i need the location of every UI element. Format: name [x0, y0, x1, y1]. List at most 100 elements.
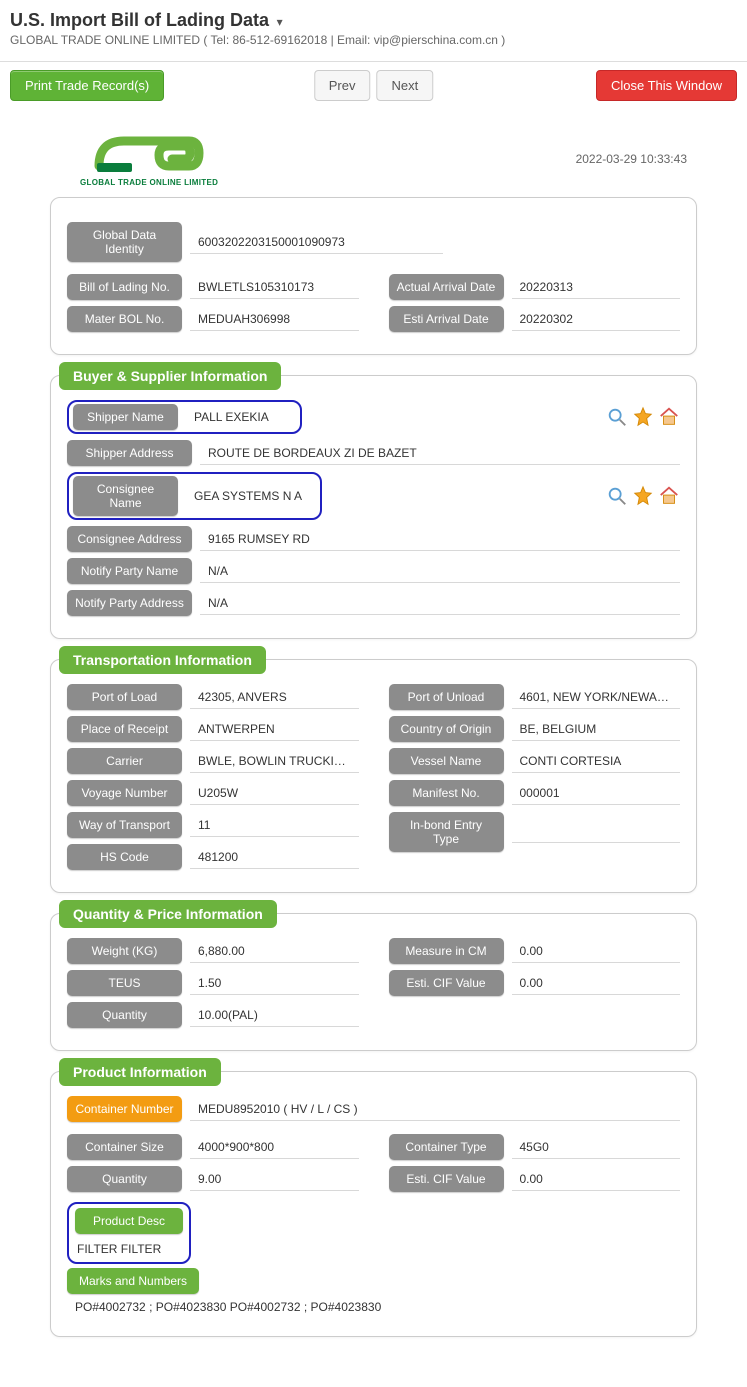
label-teus: TEUS — [67, 970, 182, 996]
label-notify-address: Notify Party Address — [67, 590, 192, 616]
shipper-action-icons — [606, 406, 680, 428]
transportation-title: Transportation Information — [59, 646, 266, 674]
label-container-type: Container Type — [389, 1134, 504, 1160]
label-way-of-transport: Way of Transport — [67, 812, 182, 838]
label-manifest-no: Manifest No. — [389, 780, 504, 806]
search-icon[interactable] — [606, 406, 628, 428]
label-container-size: Container Size — [67, 1134, 182, 1160]
value-container-size: 4000*900*800 — [190, 1136, 359, 1159]
label-notify-name: Notify Party Name — [67, 558, 192, 584]
value-shipper-address: ROUTE DE BORDEAUX ZI DE BAZET — [200, 442, 680, 465]
value-prod-quantity: 9.00 — [190, 1168, 359, 1191]
page-subtitle: GLOBAL TRADE ONLINE LIMITED ( Tel: 86-51… — [10, 33, 737, 47]
label-gdi: Global Data Identity — [67, 222, 182, 262]
value-place-of-receipt: ANTWERPEN — [190, 718, 359, 741]
label-hs-code: HS Code — [67, 844, 182, 870]
value-cif: 0.00 — [512, 972, 681, 995]
buyer-supplier-panel: Buyer & Supplier Information Shipper Nam… — [50, 375, 697, 639]
label-weight: Weight (KG) — [67, 938, 182, 964]
value-container-number: MEDU8952010 ( HV / L / CS ) — [190, 1098, 680, 1121]
value-manifest-no: 000001 — [512, 782, 681, 805]
home-icon[interactable] — [658, 485, 680, 507]
value-carrier: BWLE, BOWLIN TRUCKING LINES INC — [190, 750, 359, 773]
search-icon[interactable] — [606, 485, 628, 507]
nav-group: Prev Next — [314, 70, 433, 101]
label-bol: Bill of Lading No. — [67, 274, 182, 300]
quantity-price-panel: Quantity & Price Information Weight (KG)… — [50, 913, 697, 1051]
logo-text: GLOBAL TRADE ONLINE LIMITED — [80, 178, 218, 187]
value-prod-cif: 0.00 — [512, 1168, 681, 1191]
value-way-of-transport: 11 — [190, 814, 359, 837]
transportation-panel: Transportation Information Port of Load4… — [50, 659, 697, 893]
label-place-of-receipt: Place of Receipt — [67, 716, 182, 742]
divider — [0, 61, 747, 62]
value-port-of-load: 42305, ANVERS — [190, 686, 359, 709]
value-vessel-name: CONTI CORTESIA — [512, 750, 681, 773]
page-header: U.S. Import Bill of Lading Data ▾ GLOBAL… — [0, 0, 747, 53]
buyer-supplier-title: Buyer & Supplier Information — [59, 362, 281, 390]
value-shipper-name: PALL EXEKIA — [186, 406, 296, 428]
label-shipper-name: Shipper Name — [73, 404, 178, 430]
label-inbond: In-bond Entry Type — [389, 812, 504, 852]
value-country-of-origin: BE, BELGIUM — [512, 718, 681, 741]
print-button[interactable]: Print Trade Record(s) — [10, 70, 164, 101]
value-quantity: 10.00(PAL) — [190, 1004, 359, 1027]
prev-button[interactable]: Prev — [314, 70, 371, 101]
label-consignee-address: Consignee Address — [67, 526, 192, 552]
value-inbond — [512, 821, 681, 843]
toolbar: Print Trade Record(s) Prev Next Close Th… — [0, 70, 747, 111]
value-actual-arrival: 20220313 — [512, 276, 681, 299]
value-product-desc: FILTER FILTER — [75, 1234, 183, 1258]
shipper-highlight: Shipper Name PALL EXEKIA — [67, 400, 302, 434]
page-title: U.S. Import Bill of Lading Data — [10, 10, 269, 31]
consignee-action-icons — [606, 485, 680, 507]
value-marks-numbers: PO#4002732 ; PO#4023830 PO#4002732 ; PO#… — [67, 1294, 680, 1320]
label-product-desc: Product Desc — [75, 1208, 183, 1234]
label-port-of-load: Port of Load — [67, 684, 182, 710]
label-shipper-address: Shipper Address — [67, 440, 192, 466]
label-carrier: Carrier — [67, 748, 182, 774]
home-icon[interactable] — [658, 406, 680, 428]
label-actual-arrival: Actual Arrival Date — [389, 274, 504, 300]
logo-row: GLOBAL TRADE ONLINE LIMITED 2022-03-29 1… — [30, 111, 717, 197]
product-title: Product Information — [59, 1058, 221, 1086]
label-mater: Mater BOL No. — [67, 306, 182, 332]
label-cif: Esti. CIF Value — [389, 970, 504, 996]
value-mater: MEDUAH306998 — [190, 308, 359, 331]
star-icon[interactable] — [632, 406, 654, 428]
value-consignee-address: 9165 RUMSEY RD — [200, 528, 680, 551]
label-consignee-name: Consignee Name — [73, 476, 178, 516]
gto-logo-icon — [94, 131, 204, 176]
value-bol: BWLETLS105310173 — [190, 276, 359, 299]
page-body: GLOBAL TRADE ONLINE LIMITED 2022-03-29 1… — [0, 111, 747, 1387]
product-panel: Product Information Container Number MED… — [50, 1071, 697, 1337]
label-voyage: Voyage Number — [67, 780, 182, 806]
value-voyage: U205W — [190, 782, 359, 805]
label-quantity: Quantity — [67, 1002, 182, 1028]
label-measure: Measure in CM — [389, 938, 504, 964]
value-container-type: 45G0 — [512, 1136, 681, 1159]
label-port-of-unload: Port of Unload — [389, 684, 504, 710]
label-country-of-origin: Country of Origin — [389, 716, 504, 742]
star-icon[interactable] — [632, 485, 654, 507]
value-hs-code: 481200 — [190, 846, 359, 869]
value-gdi: 6003202203150001090973 — [190, 231, 443, 254]
consignee-highlight: Consignee Name GEA SYSTEMS N A — [67, 472, 322, 520]
label-container-number: Container Number — [67, 1096, 182, 1122]
label-esti-arrival: Esti Arrival Date — [389, 306, 504, 332]
label-marks-numbers: Marks and Numbers — [67, 1268, 199, 1294]
value-weight: 6,880.00 — [190, 940, 359, 963]
product-desc-highlight: Product Desc FILTER FILTER — [67, 1202, 191, 1264]
close-window-button[interactable]: Close This Window — [596, 70, 737, 101]
timestamp: 2022-03-29 10:33:43 — [576, 152, 687, 166]
logo: GLOBAL TRADE ONLINE LIMITED — [80, 131, 218, 187]
value-teus: 1.50 — [190, 972, 359, 995]
value-consignee-name: GEA SYSTEMS N A — [186, 485, 316, 507]
label-prod-cif: Esti. CIF Value — [389, 1166, 504, 1192]
next-button[interactable]: Next — [377, 70, 434, 101]
value-esti-arrival: 20220302 — [512, 308, 681, 331]
label-prod-quantity: Quantity — [67, 1166, 182, 1192]
dropdown-caret-icon[interactable]: ▾ — [277, 15, 283, 29]
label-vessel-name: Vessel Name — [389, 748, 504, 774]
value-port-of-unload: 4601, NEW YORK/NEWARK AREA, NEW — [512, 686, 681, 709]
